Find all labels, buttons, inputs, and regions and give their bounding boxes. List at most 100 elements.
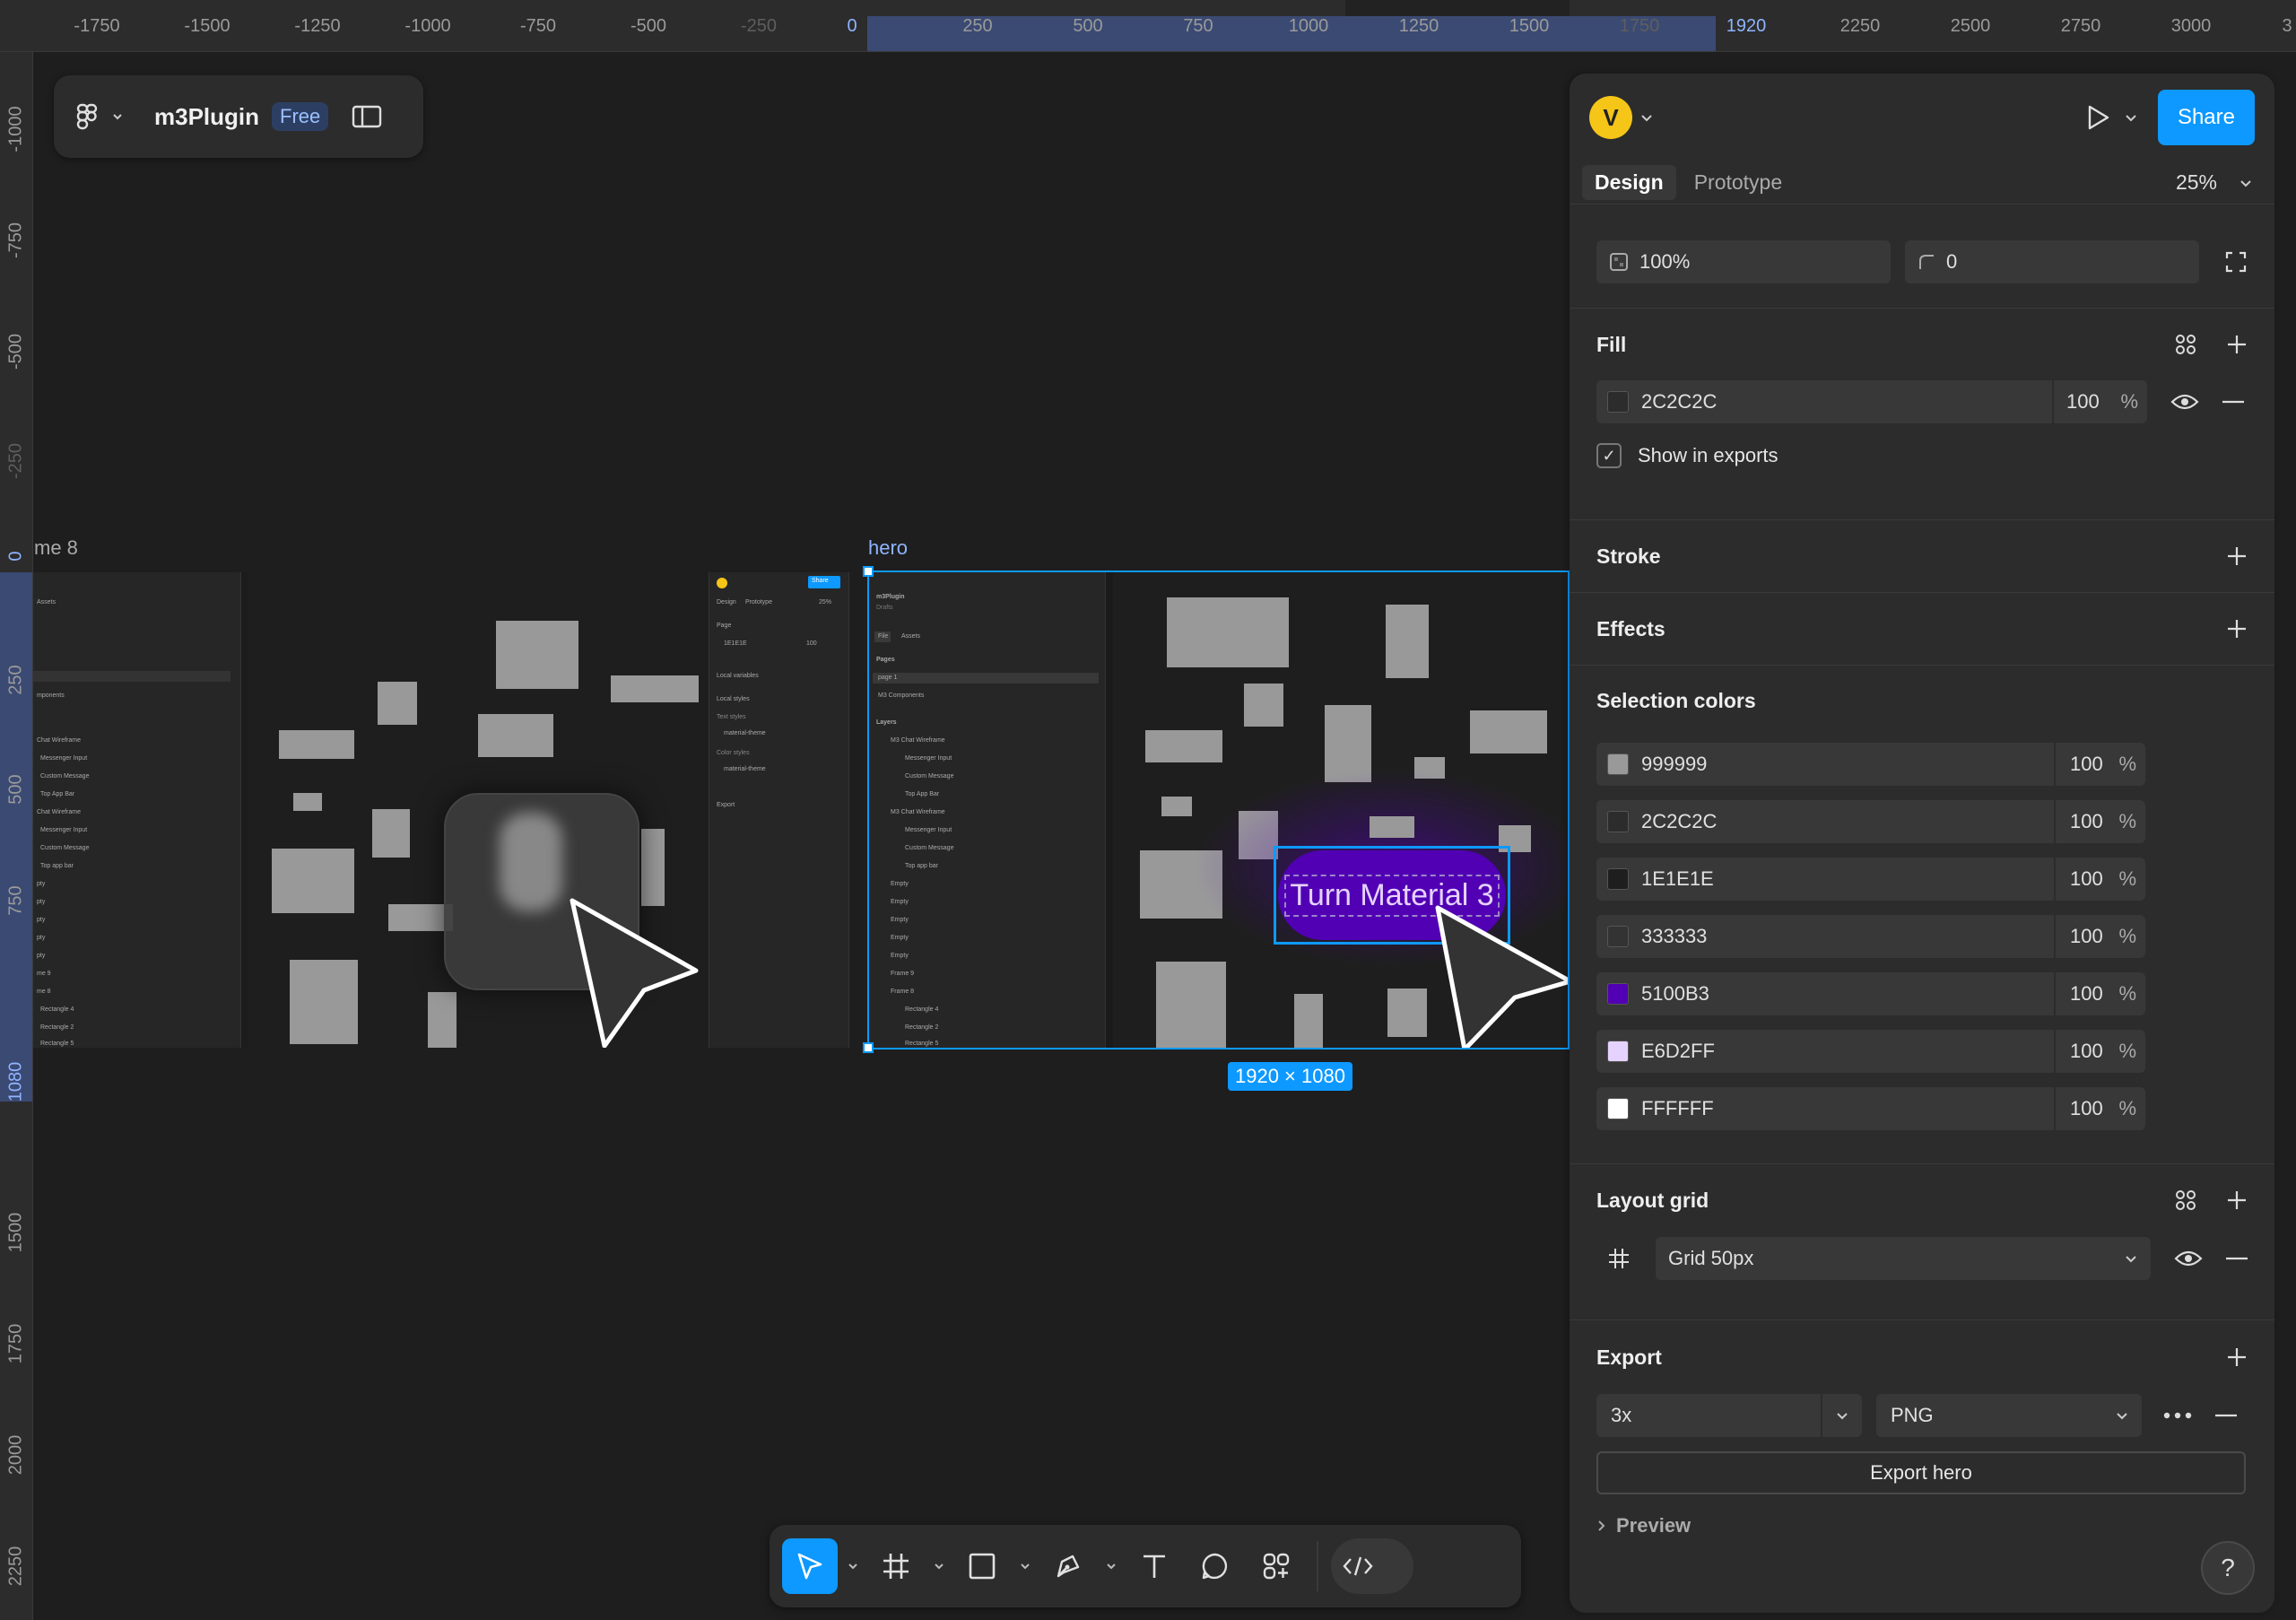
- fill-opacity-field[interactable]: 100 %: [2054, 380, 2147, 423]
- share-button[interactable]: Share: [2157, 90, 2255, 145]
- zoom-level[interactable]: 25%: [2176, 170, 2217, 195]
- pen-tool[interactable]: [1040, 1538, 1096, 1594]
- color-opacity-field[interactable]: 100%: [2056, 1030, 2145, 1073]
- help-button[interactable]: ?: [2201, 1541, 2255, 1595]
- mini-text: M3 Chat Wireframe: [891, 737, 945, 744]
- frame-8[interactable]: Assets mponents Chat Wireframe Messenger…: [33, 572, 849, 1048]
- export-hero-button[interactable]: Export hero: [1596, 1451, 2246, 1494]
- selection-color-row[interactable]: 1E1E1E 100%: [1596, 850, 2248, 908]
- color-hex-field[interactable]: E6D2FF: [1596, 1030, 2054, 1073]
- tab-design[interactable]: Design: [1582, 165, 1676, 200]
- opacity-field[interactable]: 100%: [1596, 240, 1891, 283]
- sidebar-toggle-icon[interactable]: [352, 105, 382, 128]
- show-in-exports-checkbox[interactable]: ✓: [1596, 443, 1622, 468]
- remove-fill-icon[interactable]: [2222, 400, 2244, 404]
- export-scale-select[interactable]: 3x: [1596, 1394, 1862, 1437]
- eye-icon[interactable]: [2174, 1249, 2203, 1268]
- remove-export-icon[interactable]: [2215, 1414, 2237, 1417]
- components-tool[interactable]: [1248, 1538, 1304, 1594]
- grid-icon[interactable]: [1596, 1236, 1641, 1281]
- plan-badge[interactable]: Free: [272, 102, 329, 131]
- selection-color-row[interactable]: 5100B3 100%: [1596, 965, 2248, 1023]
- rectangle-tool[interactable]: [954, 1538, 1010, 1594]
- stroke-section: Stroke: [1570, 520, 2274, 593]
- play-icon[interactable]: [2084, 103, 2111, 132]
- fill-swatch[interactable]: [1607, 391, 1629, 413]
- dev-mode-toggle[interactable]: [1331, 1538, 1413, 1594]
- remove-grid-icon[interactable]: [2226, 1257, 2248, 1260]
- frame-tool[interactable]: [868, 1538, 924, 1594]
- color-swatch[interactable]: [1607, 926, 1629, 947]
- ruler-tick: 1750: [1619, 16, 1660, 36]
- corner-radius-field[interactable]: 0: [1905, 240, 2199, 283]
- more-options-icon[interactable]: [2163, 1412, 2192, 1419]
- chevron-down-icon[interactable]: [1639, 110, 1654, 125]
- color-hex-field[interactable]: FFFFFF: [1596, 1087, 2054, 1130]
- add-grid-icon[interactable]: [2226, 1189, 2248, 1211]
- color-hex-field[interactable]: 5100B3: [1596, 972, 2054, 1015]
- color-swatch[interactable]: [1607, 983, 1629, 1005]
- figma-menu-icon[interactable]: [75, 103, 99, 130]
- color-opacity-field[interactable]: 100%: [2056, 972, 2145, 1015]
- ruler-tick: 2500: [1950, 16, 1991, 36]
- eye-icon[interactable]: [2170, 392, 2199, 412]
- color-hex-field[interactable]: 999999: [1596, 743, 2054, 786]
- chevron-down-icon[interactable]: [1821, 1394, 1862, 1437]
- pen-icon: [1057, 1555, 1080, 1578]
- add-stroke-icon[interactable]: [2226, 545, 2248, 567]
- gray-rectangle: [1470, 710, 1547, 753]
- color-hex-field[interactable]: 2C2C2C: [1596, 800, 2054, 843]
- hero-frame[interactable]: m3Plugin Drafts File Assets Pages page 1…: [867, 570, 1570, 1050]
- mini-text: material-theme: [724, 730, 766, 736]
- add-effect-icon[interactable]: [2226, 618, 2248, 640]
- color-swatch[interactable]: [1607, 753, 1629, 775]
- move-tool[interactable]: [782, 1538, 838, 1594]
- selection-color-row[interactable]: 999999 100%: [1596, 736, 2248, 793]
- color-opacity: 100: [2070, 1040, 2103, 1062]
- chevron-down-icon[interactable]: [2239, 176, 2253, 190]
- styles-grid-icon[interactable]: [2174, 333, 2197, 356]
- color-swatch[interactable]: [1607, 868, 1629, 890]
- frame-label-frame8[interactable]: me 8: [34, 536, 78, 560]
- frame-label-hero[interactable]: hero: [868, 536, 908, 560]
- mini-text: me 8: [37, 989, 51, 995]
- color-swatch[interactable]: [1607, 811, 1629, 832]
- text-tool[interactable]: [1126, 1538, 1182, 1594]
- preview-toggle[interactable]: Preview: [1596, 1514, 2248, 1537]
- color-opacity-field[interactable]: 100%: [2056, 800, 2145, 843]
- color-hex-field[interactable]: 1E1E1E: [1596, 858, 2054, 901]
- resize-handle[interactable]: [863, 1042, 874, 1053]
- grid-select[interactable]: Grid 50px: [1656, 1237, 2151, 1280]
- color-opacity-field[interactable]: 100%: [2056, 858, 2145, 901]
- chevron-down-icon[interactable]: [111, 110, 124, 123]
- resize-handle[interactable]: [863, 566, 874, 577]
- export-format-select[interactable]: PNG: [1876, 1394, 2142, 1437]
- file-name[interactable]: m3Plugin: [154, 103, 259, 131]
- chevron-down-icon[interactable]: [2124, 110, 2138, 125]
- chevron-down-icon: [2124, 1251, 2138, 1266]
- tab-prototype[interactable]: Prototype: [1682, 165, 1795, 200]
- color-swatch[interactable]: [1607, 1041, 1629, 1062]
- selection-color-row[interactable]: 2C2C2C 100%: [1596, 793, 2248, 850]
- selection-color-row[interactable]: 333333 100%: [1596, 908, 2248, 965]
- chevron-down-icon[interactable]: [1101, 1560, 1121, 1572]
- text-icon: [1144, 1555, 1165, 1578]
- add-export-icon[interactable]: [2226, 1346, 2248, 1368]
- add-fill-icon[interactable]: [2226, 334, 2248, 355]
- chevron-down-icon[interactable]: [929, 1560, 949, 1572]
- selection-color-row[interactable]: E6D2FF 100%: [1596, 1023, 2248, 1080]
- color-opacity-field[interactable]: 100%: [2056, 1087, 2145, 1130]
- fill-color-field[interactable]: 2C2C2C: [1596, 380, 2052, 423]
- expand-corners-icon[interactable]: [2224, 250, 2248, 274]
- chevron-down-icon[interactable]: [1015, 1560, 1035, 1572]
- color-hex-field[interactable]: 333333: [1596, 915, 2054, 958]
- comment-tool[interactable]: [1187, 1538, 1243, 1594]
- color-swatch[interactable]: [1607, 1098, 1629, 1119]
- gray-rectangle: [478, 714, 553, 757]
- user-avatar[interactable]: V: [1589, 96, 1632, 139]
- chevron-down-icon[interactable]: [843, 1560, 863, 1572]
- color-opacity-field[interactable]: 100%: [2056, 915, 2145, 958]
- grid-styles-icon[interactable]: [2174, 1189, 2197, 1212]
- selection-color-row[interactable]: FFFFFF 100%: [1596, 1080, 2248, 1137]
- color-opacity-field[interactable]: 100%: [2056, 743, 2145, 786]
